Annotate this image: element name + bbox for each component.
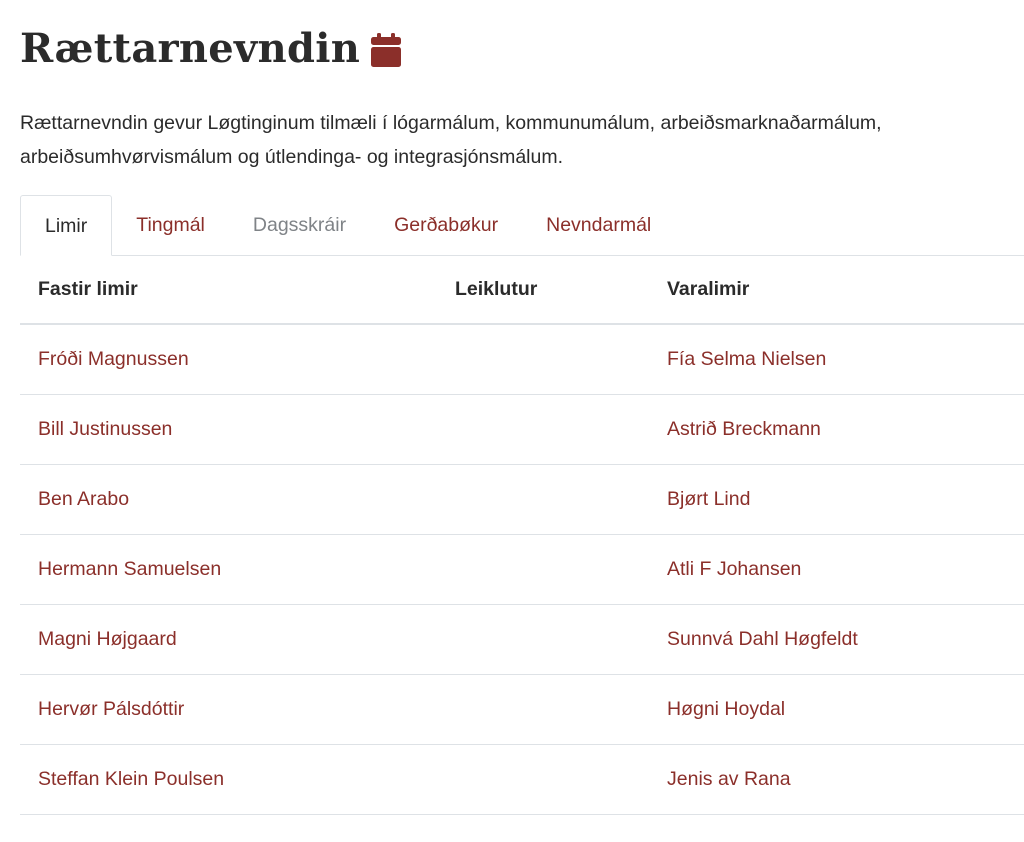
table-header-row: Fastir limir Leiklutur Varalimir — [20, 256, 1024, 325]
committee-page: Rættarnevndin Rættarnevndin gevur Løgtin… — [20, 0, 1024, 842]
table-row: Ben Arabo Bjørt Lind — [20, 464, 1024, 535]
substitute-link[interactable]: Høgni Hoydal — [667, 698, 785, 720]
tab-members[interactable]: Limir — [20, 195, 113, 256]
page-title: Rættarnevndin — [20, 25, 361, 72]
role-cell — [437, 534, 649, 605]
tab-cases[interactable]: Tingmál — [112, 195, 229, 255]
substitute-link[interactable]: Sunnvá Dahl Høgfeldt — [667, 628, 858, 650]
table-row: Steffan Klein Poulsen Jenis av Rana — [20, 744, 1024, 815]
table-row: Magni Højgaard Sunnvá Dahl Høgfeldt — [20, 604, 1024, 675]
substitute-link[interactable]: Astrið Breckmann — [667, 418, 821, 440]
column-header-substitutes: Varalimir — [649, 256, 1024, 325]
members-table: Fastir limir Leiklutur Varalimir Fróði M… — [20, 256, 1024, 815]
role-cell — [437, 324, 649, 395]
member-link[interactable]: Hervør Pálsdóttir — [38, 698, 184, 720]
table-row: Hermann Samuelsen Atli F Johansen — [20, 534, 1024, 605]
substitute-link[interactable]: Bjørt Lind — [667, 488, 750, 510]
role-cell — [437, 604, 649, 675]
table-row: Fróði Magnussen Fía Selma Nielsen — [20, 324, 1024, 395]
substitute-link[interactable]: Jenis av Rana — [667, 768, 791, 790]
substitute-link[interactable]: Atli F Johansen — [667, 558, 801, 580]
role-cell — [437, 394, 649, 465]
committee-description: Rættarnevndin gevur Løgtinginum tilmæli … — [20, 112, 882, 168]
role-cell — [437, 744, 649, 815]
calendar-icon[interactable] — [370, 32, 402, 68]
tab-bar: Limir Tingmál Dagsskráir Gerðabøkur Nevn… — [20, 195, 1024, 256]
member-link[interactable]: Hermann Samuelsen — [38, 558, 221, 580]
member-link[interactable]: Magni Højgaard — [38, 628, 177, 650]
tab-committee-cases[interactable]: Nevndarmál — [522, 195, 675, 255]
member-link[interactable]: Ben Arabo — [38, 488, 129, 510]
role-cell — [437, 674, 649, 745]
tab-agendas: Dagsskráir — [252, 214, 347, 236]
substitute-link[interactable]: Fía Selma Nielsen — [667, 348, 826, 370]
table-row: Hervør Pálsdóttir Høgni Hoydal — [20, 674, 1024, 745]
member-link[interactable]: Fróði Magnussen — [38, 348, 189, 370]
member-link[interactable]: Bill Justinussen — [38, 418, 172, 440]
title-row: Rættarnevndin — [20, 22, 402, 76]
tab-minutes[interactable]: Gerðabøkur — [370, 195, 522, 255]
role-cell — [437, 464, 649, 535]
column-header-role: Leiklutur — [437, 256, 649, 325]
table-row: Bill Justinussen Astrið Breckmann — [20, 394, 1024, 465]
column-header-members: Fastir limir — [20, 256, 437, 325]
member-link[interactable]: Steffan Klein Poulsen — [38, 768, 224, 790]
